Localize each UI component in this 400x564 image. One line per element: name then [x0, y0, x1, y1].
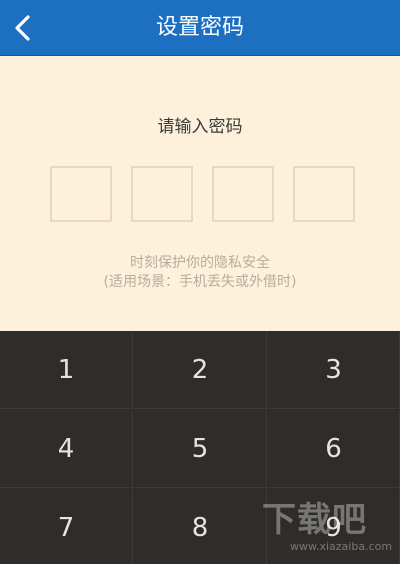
- privacy-hint-line-1: 时刻保护你的隐私安全: [130, 255, 270, 271]
- pin-input-row: [50, 166, 356, 224]
- privacy-hint-line-2: (适用场景：手机丢失或外借时): [103, 274, 297, 290]
- pin-digit-box-2[interactable]: [131, 166, 193, 222]
- privacy-hint: 时刻保护你的隐私安全 (适用场景：手机丢失或外借时): [0, 254, 400, 292]
- pin-digit-box-3[interactable]: [212, 166, 274, 222]
- key-6[interactable]: 6: [268, 410, 400, 488]
- page-title: 设置密码: [155, 15, 244, 40]
- key-8[interactable]: 8: [134, 489, 267, 564]
- pin-digit-box-1[interactable]: [50, 166, 112, 222]
- key-2[interactable]: 2: [134, 331, 267, 409]
- key-9[interactable]: 9: [268, 489, 400, 564]
- key-1[interactable]: 1: [0, 331, 133, 409]
- key-5[interactable]: 5: [134, 410, 267, 488]
- pin-digit-box-4[interactable]: [293, 166, 355, 222]
- key-3[interactable]: 3: [268, 331, 400, 409]
- key-7[interactable]: 7: [0, 489, 133, 564]
- app-header: 设置密码: [0, 0, 400, 56]
- password-entry-panel: 请输入密码 时刻保护你的隐私安全 (适用场景：手机丢失或外借时): [0, 56, 400, 331]
- numeric-keypad: 1 2 3 4 5 6 7 8 9: [0, 331, 400, 564]
- password-prompt: 请输入密码: [157, 117, 243, 137]
- key-4[interactable]: 4: [0, 410, 133, 488]
